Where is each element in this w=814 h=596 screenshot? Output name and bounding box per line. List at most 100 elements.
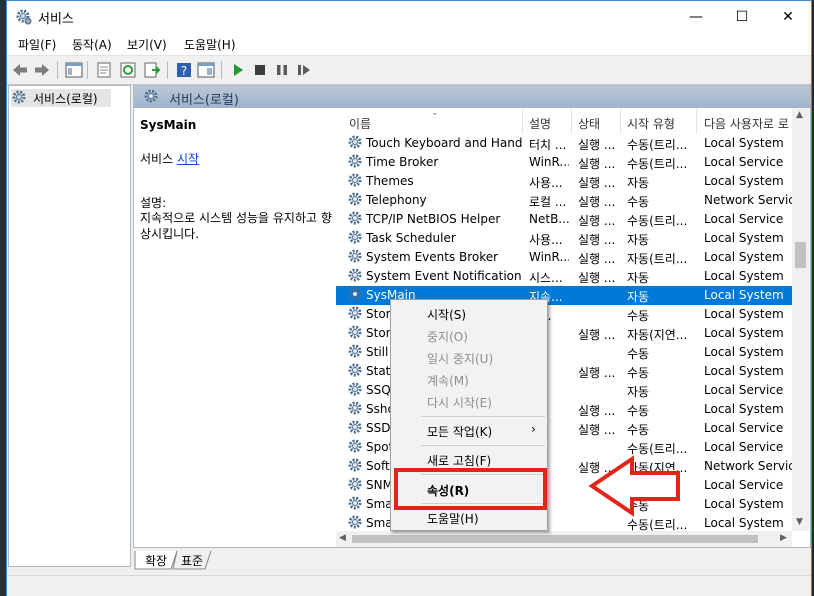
column-description[interactable]: 설명: [529, 115, 551, 132]
cell-startup-type: 자동(트리...: [627, 252, 688, 266]
ctx-help[interactable]: 도움말(H): [427, 510, 479, 527]
title-bar[interactable]: 서비스 — ☐ ✕: [7, 1, 811, 33]
pane-header: 서비스(로컬): [134, 86, 810, 108]
ctx-refresh[interactable]: 새로 고침(F): [427, 452, 491, 469]
table-row[interactable]: Telephony 로컬 ... 실행 ... 수동 Network Service: [336, 191, 792, 210]
table-row[interactable]: System Events Broker WinR... 실행 ... 자동(트리..…: [336, 248, 792, 267]
service-gear-icon: [348, 439, 364, 455]
cell-startup-type: 자동(지연...: [627, 328, 688, 342]
scroll-right-icon[interactable]: ▶: [780, 533, 787, 543]
cell-logon-as: Local System: [704, 402, 784, 416]
service-gear-icon: [348, 268, 364, 284]
maximize-button[interactable]: ☐: [719, 1, 765, 33]
services-gear-icon: [16, 9, 32, 25]
ctx-all-tasks[interactable]: 모든 작업(K): [427, 423, 492, 440]
service-gear-icon: [348, 458, 364, 474]
menu-action[interactable]: 동작(A): [72, 36, 112, 53]
submenu-chevron-icon: ›: [531, 422, 536, 436]
table-row[interactable]: Touch Keyboard and Hand... 터치 ... 실행 ... 수동…: [336, 134, 792, 153]
forward-icon[interactable]: [33, 61, 51, 79]
description-panel: SysMain 서비스 시작 설명: 지속적으로 시스템 성능을 유지하고 향상…: [134, 108, 336, 547]
service-gear-icon: [348, 344, 364, 360]
cell-status: 실행 ...: [578, 404, 616, 418]
table-row[interactable]: System Event Notification ... 시스... 실행 ...…: [336, 267, 792, 286]
cell-name: Themes: [366, 174, 414, 188]
cell-startup-type: 수동(트리...: [627, 214, 688, 228]
column-divider[interactable]: [571, 108, 572, 134]
scroll-left-icon[interactable]: ◀: [339, 533, 346, 543]
column-name[interactable]: 이름: [349, 115, 371, 132]
column-divider[interactable]: [696, 108, 697, 134]
ctx-separator: [421, 445, 545, 446]
cell-status: 실행 ...: [578, 252, 616, 266]
column-logon-as[interactable]: 다음 사용자로 로: [704, 115, 789, 132]
tree-item-label: 서비스(로컬): [33, 92, 98, 106]
description-label: 설명:: [140, 196, 167, 210]
table-row[interactable]: Themes 사용... 실행 ... 자동 Local System: [336, 172, 792, 191]
ctx-separator: [421, 416, 545, 417]
close-button[interactable]: ✕: [765, 1, 811, 33]
vertical-scrollbar[interactable]: ▲ ▼: [792, 108, 809, 531]
scroll-up-icon[interactable]: ▲: [796, 110, 803, 120]
cell-description: 로컬 ...: [529, 195, 567, 209]
cell-logon-as: Local Service: [704, 421, 784, 435]
cell-startup-type: 수동: [627, 366, 650, 380]
toolbar-separator: [221, 61, 222, 79]
service-action-prefix: 서비스: [140, 152, 177, 166]
pause-icon[interactable]: [273, 61, 291, 79]
column-status[interactable]: 상태: [578, 115, 600, 132]
column-startup-type[interactable]: 시작 유형: [627, 115, 675, 132]
cell-description: WinR...: [529, 250, 569, 264]
cell-status: 실행 ...: [578, 328, 616, 342]
service-gear-icon: [348, 249, 364, 265]
menu-help[interactable]: 도움말(H): [184, 36, 236, 53]
cell-status: 실행 ...: [578, 138, 616, 152]
horizontal-scroll-thumb[interactable]: [352, 535, 758, 543]
cell-startup-type: 수동: [627, 347, 650, 361]
tree-item-services-local[interactable]: 서비스(로컬): [11, 89, 111, 107]
menu-file[interactable]: 파일(F): [18, 36, 56, 53]
properties-icon[interactable]: [95, 61, 113, 79]
service-gear-icon: [348, 306, 364, 322]
table-row[interactable]: Time Broker WinR... 실행 ... 수동(트리... Local Se…: [336, 153, 792, 172]
cell-startup-type: 수동: [627, 195, 650, 209]
sort-chevron-icon: ⌄: [431, 108, 439, 118]
tab-extended[interactable]: 확장: [141, 551, 171, 571]
cell-name: Telephony: [366, 193, 427, 207]
cell-logon-as: Network Service: [704, 459, 792, 473]
minimize-button[interactable]: —: [673, 1, 719, 33]
help-icon[interactable]: ?: [175, 61, 193, 79]
cell-name: Time Broker: [366, 155, 439, 169]
ctx-start[interactable]: 시작(S): [427, 306, 466, 323]
table-row[interactable]: TCP/IP NetBIOS Helper NetB... 실행 ... 수동(트리.…: [336, 210, 792, 229]
column-divider[interactable]: [522, 108, 523, 134]
service-gear-icon: [348, 211, 364, 227]
cell-description: 사용...: [529, 233, 563, 247]
cell-startup-type: 자동: [627, 290, 650, 304]
cell-status: 실행 ...: [578, 423, 616, 437]
vertical-scroll-thumb[interactable]: [795, 242, 806, 268]
scroll-down-icon[interactable]: ▼: [796, 517, 803, 527]
cell-name: Touch Keyboard and Hand...: [366, 136, 522, 150]
column-divider[interactable]: [620, 108, 621, 134]
ctx-stop: 중지(O): [427, 330, 468, 344]
menu-view[interactable]: 보기(V): [127, 36, 167, 53]
cell-status: 실행 ...: [578, 214, 616, 228]
start-service-link[interactable]: 시작: [177, 152, 199, 166]
horizontal-scrollbar[interactable]: ◀ ▶: [336, 531, 792, 547]
view-icon[interactable]: [197, 61, 215, 79]
restart-icon[interactable]: [295, 61, 313, 79]
cell-status: 실행 ...: [578, 195, 616, 209]
service-gear-icon: [348, 287, 364, 303]
back-icon[interactable]: [11, 61, 29, 79]
refresh-icon[interactable]: [119, 61, 137, 79]
tab-standard[interactable]: 표준: [177, 551, 207, 571]
column-header-row: ⌄ 이름 설명 상태 시작 유형 다음 사용자로 로: [336, 108, 792, 134]
service-gear-icon: [348, 154, 364, 170]
table-row[interactable]: Task Scheduler 사용... 실행 ... 자동 Local System: [336, 229, 792, 248]
start-icon[interactable]: [229, 61, 247, 79]
export-icon[interactable]: [143, 61, 161, 79]
show-hide-tree-icon[interactable]: [65, 61, 83, 79]
cell-logon-as: Local System: [704, 250, 784, 264]
stop-icon[interactable]: [251, 61, 269, 79]
